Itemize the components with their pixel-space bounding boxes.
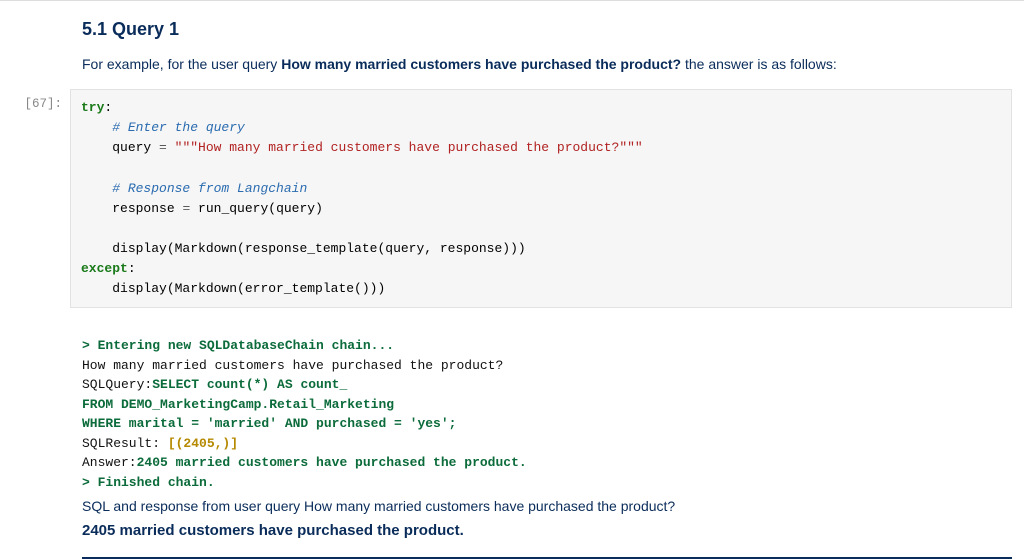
out-answer-text: 2405 married customers have purchased th… bbox=[137, 455, 527, 470]
notebook-section: 5.1 Query 1 For example, for the user qu… bbox=[0, 19, 1024, 559]
colon: : bbox=[104, 100, 112, 115]
call-display-error: display(Markdown(error_template())) bbox=[112, 281, 385, 296]
kw-except: except bbox=[81, 261, 128, 276]
out-enter-chain: > Entering new SQLDatabaseChain chain... bbox=[82, 338, 394, 353]
colon2: : bbox=[128, 261, 136, 276]
comment-response: # Response from Langchain bbox=[112, 181, 307, 196]
var-query: query bbox=[112, 140, 159, 155]
out-answer-label: Answer: bbox=[82, 455, 137, 470]
intro-paragraph: For example, for the user query How many… bbox=[82, 54, 1012, 75]
output-stream: > Entering new SQLDatabaseChain chain...… bbox=[82, 336, 1012, 492]
var-response: response bbox=[112, 201, 182, 216]
markdown-caption: SQL and response from user query How man… bbox=[82, 498, 1012, 514]
call-runquery: run_query(query) bbox=[190, 201, 323, 216]
code-cell: [67]: try: # Enter the query query = """… bbox=[12, 89, 1012, 308]
out-sqlresult-label: SQLResult: bbox=[82, 436, 168, 451]
out-sql-line2: FROM DEMO_MarketingCamp.Retail_Marketing bbox=[82, 397, 394, 412]
section-heading: 5.1 Query 1 bbox=[82, 19, 1012, 40]
intro-bold: How many married customers have purchase… bbox=[281, 56, 681, 72]
comment-enter-query: # Enter the query bbox=[112, 120, 245, 135]
out-question: How many married customers have purchase… bbox=[82, 358, 503, 373]
out-sqlresult-value: [(2405,)] bbox=[168, 436, 238, 451]
code-input-area[interactable]: try: # Enter the query query = """How ma… bbox=[70, 89, 1012, 308]
intro-prefix: For example, for the user query bbox=[82, 56, 281, 72]
str-query: """How many married customers have purch… bbox=[167, 140, 643, 155]
out-sql-line1: SELECT count(*) AS count_ bbox=[152, 377, 347, 392]
cell-prompt: [67]: bbox=[12, 89, 70, 111]
top-divider bbox=[0, 0, 1024, 1]
out-sqlquery-label: SQLQuery: bbox=[82, 377, 152, 392]
op-eq: = bbox=[159, 140, 167, 155]
kw-try: try bbox=[81, 100, 104, 115]
intro-suffix: the answer is as follows: bbox=[681, 56, 837, 72]
out-sql-line3: WHERE marital = 'married' AND purchased … bbox=[82, 416, 456, 431]
markdown-answer: 2405 married customers have purchased th… bbox=[82, 522, 1012, 539]
call-display: display(Markdown(response_template(query… bbox=[112, 241, 525, 256]
output-block: > Entering new SQLDatabaseChain chain...… bbox=[82, 336, 1012, 559]
out-finished-chain: > Finished chain. bbox=[82, 475, 215, 490]
